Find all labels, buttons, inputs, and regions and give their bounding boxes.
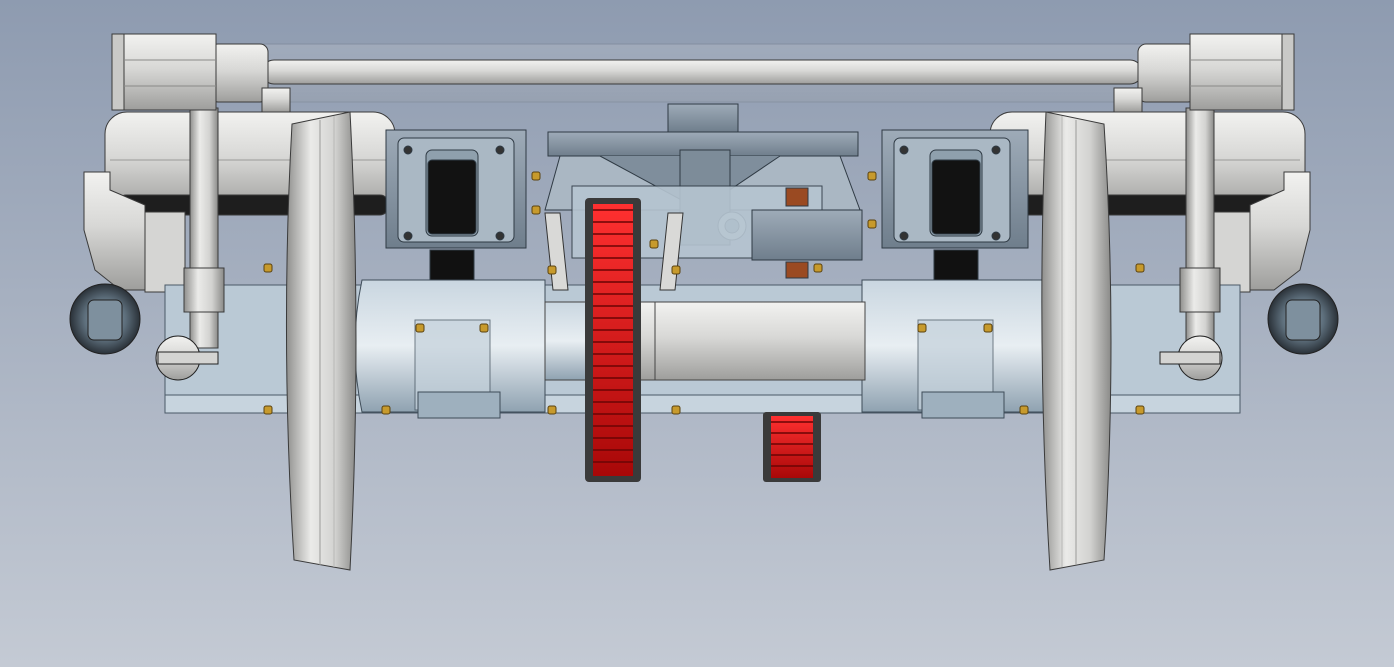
bogie-assembly-drawing (0, 0, 1394, 667)
fastener (547, 265, 557, 275)
fastener (1019, 405, 1029, 415)
wheel-left (285, 111, 357, 571)
top-stabilizer-bar (209, 43, 1197, 103)
fastener (531, 205, 541, 215)
traction-motor-housing-left (354, 279, 546, 419)
vertical-strut-right (1179, 107, 1221, 349)
fastener (531, 171, 541, 181)
fastener (263, 263, 273, 273)
fastener (649, 239, 659, 249)
fastener (867, 219, 877, 229)
traction-motor-housing-right (861, 279, 1052, 419)
fastener (263, 405, 273, 415)
cad-viewport[interactable] (0, 0, 1394, 667)
fastener (867, 171, 877, 181)
fastener (1135, 405, 1145, 415)
fastener (547, 405, 557, 415)
drive-gear-lower (763, 412, 821, 482)
fastener (381, 405, 391, 415)
vertical-strut-left (183, 107, 225, 349)
fastener (1135, 263, 1145, 273)
fastener (813, 263, 823, 273)
drive-gear-main (585, 198, 641, 482)
air-spring-right (989, 111, 1306, 216)
fastener (983, 323, 993, 333)
fastener (917, 323, 927, 333)
fastener (479, 323, 489, 333)
fastener (671, 265, 681, 275)
fastener (415, 323, 425, 333)
fastener (671, 405, 681, 415)
wheel-right (1041, 111, 1112, 571)
